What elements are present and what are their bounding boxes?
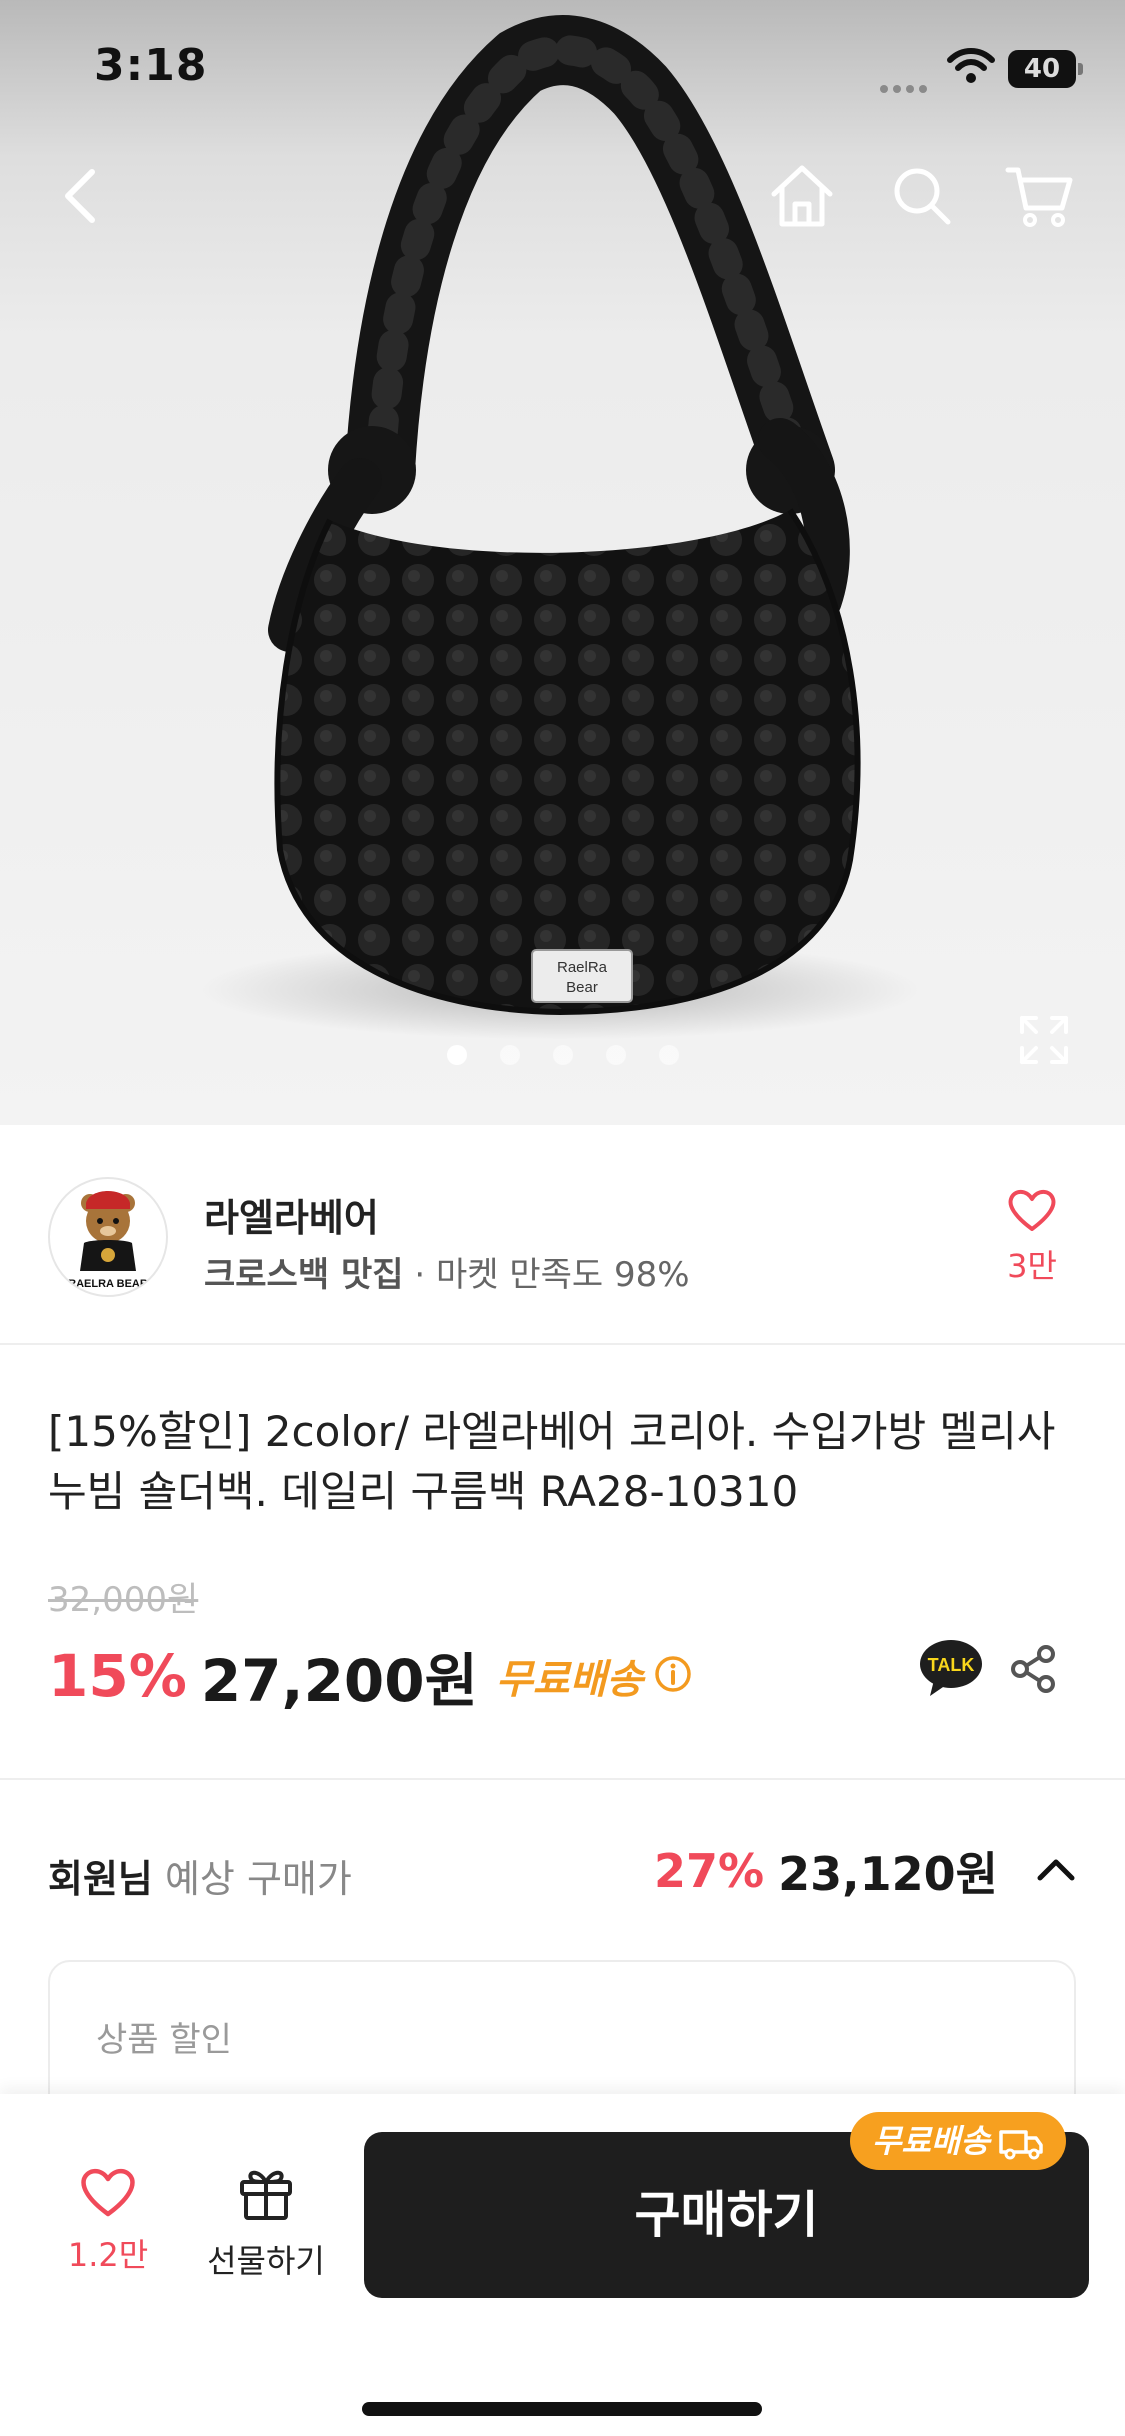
gift-button[interactable]: 선물하기 (196, 2162, 336, 2282)
seller-avatar-text: RAELRA BEAR (68, 1278, 148, 1290)
like-count: 1.2만 (67, 2236, 149, 2274)
cellular-signal-icon (880, 78, 932, 97)
seller-favorite-button[interactable]: 3만 (1000, 1187, 1064, 1287)
bag-label-line2: Bear (566, 979, 598, 996)
battery-level: 40 (1023, 54, 1061, 84)
member-label-rest: 예상 구매가 (152, 1857, 352, 1901)
wifi-icon (946, 46, 996, 90)
kakao-talk-button[interactable]: TALK (918, 1638, 984, 1702)
home-indicator (362, 2402, 762, 2416)
member-price: 23,120원 (778, 1847, 998, 1901)
seller-category: 크로스백 맛집 (204, 1255, 404, 1295)
gallery-pagination (0, 1045, 1125, 1065)
info-icon[interactable] (653, 1654, 693, 1698)
sale-price: 27,200원 (200, 1647, 479, 1715)
heart-icon (1008, 1189, 1056, 1231)
search-button[interactable] (884, 158, 960, 234)
seller-name[interactable]: 라엘라베어 (204, 1187, 379, 1242)
seller-satisfaction: · 마켓 만족도 98% (403, 1255, 690, 1295)
product-title: [15%할인] 2color/ 라엘라베어 코리아. 수입가방 멜리사 누빔 숄… (48, 1407, 1056, 1516)
product-image-gallery[interactable]: RaelRa Bear 3:18 40 (0, 0, 1125, 1125)
status-bar: 3:18 40 (0, 0, 1125, 140)
share-icon (1011, 1645, 1055, 1693)
gallery-dot[interactable] (659, 1045, 679, 1065)
gift-label: 선물하기 (207, 2242, 325, 2280)
section-divider (0, 1778, 1125, 1780)
cart-icon (1005, 167, 1073, 227)
chevron-left-icon (65, 169, 95, 223)
bottom-action-bar: 1.2만 선물하기 구매하기 무료배송 (0, 2094, 1125, 2436)
gallery-dot[interactable] (606, 1045, 626, 1065)
seller-subtitle: 크로스백 맛집 · 마켓 만족도 98% (204, 1247, 690, 1296)
seller-section[interactable]: RAELRA BEAR 라엘라베어 크로스백 맛집 · 마켓 만족도 98% 3… (0, 1125, 1125, 1345)
search-icon (894, 168, 951, 225)
share-button[interactable] (1008, 1644, 1058, 1698)
home-icon (771, 165, 833, 227)
gallery-dot[interactable] (500, 1045, 520, 1065)
member-label-bold: 회원님 (48, 1857, 153, 1901)
bag-label-line1: RaelRa (557, 959, 608, 976)
home-button[interactable] (764, 158, 840, 234)
seller-avatar[interactable]: RAELRA BEAR (48, 1177, 168, 1297)
talk-label: TALK (928, 1655, 975, 1675)
member-discount-rate: 27% (654, 1844, 765, 1898)
like-button[interactable]: 1.2만 (48, 2166, 168, 2276)
status-time: 3:18 (94, 40, 208, 91)
cart-button[interactable] (1002, 158, 1078, 234)
battery-icon: 40 (1008, 50, 1083, 88)
truck-icon (999, 2130, 1043, 2160)
original-price: 32,000원 (48, 1580, 199, 1620)
heart-icon (81, 2168, 135, 2217)
price-row: 15% 27,200원 무료배송 (48, 1634, 693, 1715)
back-button[interactable] (46, 158, 122, 234)
badge-label: 무료배송 (872, 2122, 990, 2160)
chevron-up-icon[interactable] (1034, 1854, 1078, 1888)
member-price-value: 27% 23,120원 (654, 1838, 1078, 1904)
gift-icon (240, 2170, 292, 2220)
gallery-dot[interactable] (553, 1045, 573, 1065)
gallery-dot[interactable] (447, 1045, 467, 1065)
free-shipping-badge: 무료배송 (850, 2112, 1066, 2170)
member-price-row[interactable]: 회원님 예상 구매가 27% 23,120원 (48, 1838, 1078, 1902)
seller-like-count: 3만 (1007, 1247, 1057, 1285)
free-shipping-label: 무료배송 (496, 1657, 644, 1703)
discount-rate: 15% (48, 1642, 187, 1710)
member-price-label: 회원님 예상 구매가 (48, 1848, 352, 1903)
talk-bubble-icon: TALK (920, 1640, 982, 1696)
expand-icon[interactable] (1016, 1012, 1072, 1072)
discount-box-label: 상품 할인 (96, 2020, 232, 2060)
